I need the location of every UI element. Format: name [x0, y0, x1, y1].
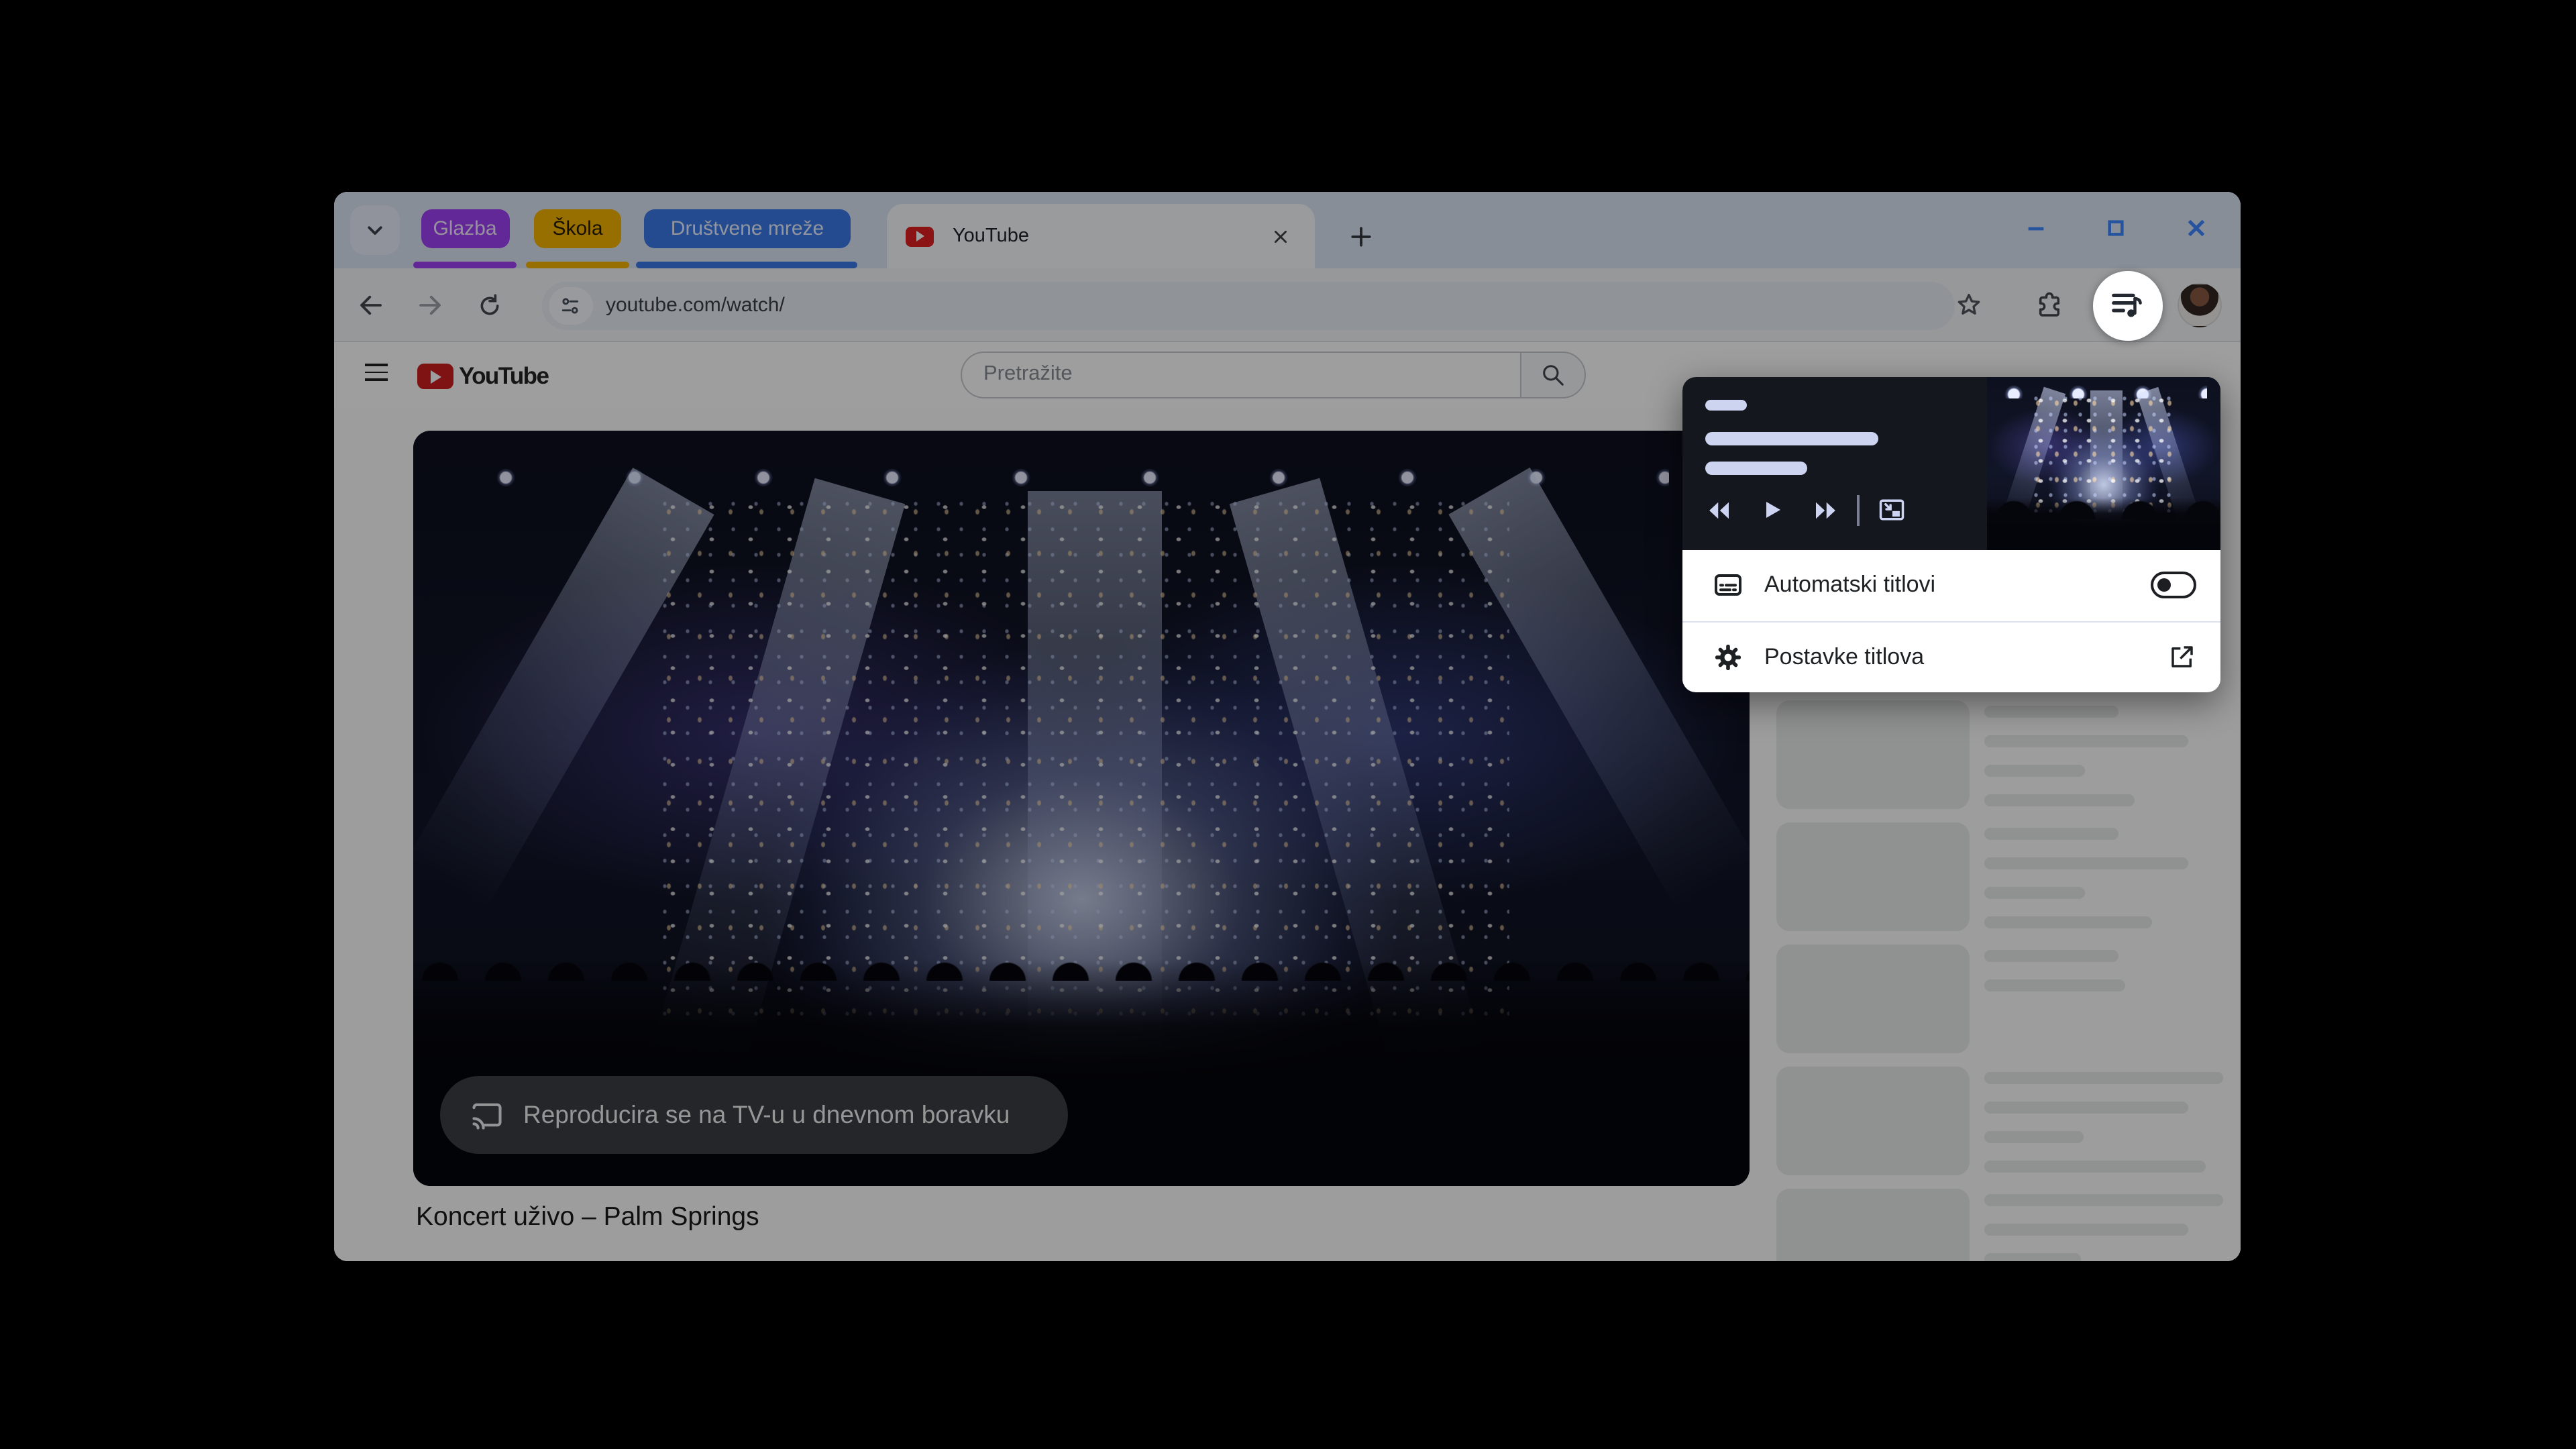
controls-divider: [1857, 494, 1860, 525]
media-artwork: [1987, 376, 2220, 550]
live-caption-icon: [1712, 570, 1744, 602]
screen: Glazba Škola Društvene mreže YouTube: [0, 0, 2576, 1449]
media-controls-icon: [2110, 288, 2146, 324]
dim-overlay: [334, 192, 2241, 1261]
next-track-button[interactable]: [1811, 496, 1839, 524]
gear-icon: [1712, 641, 1744, 673]
previous-track-button[interactable]: [1705, 496, 1733, 524]
picture-in-picture-button[interactable]: [1877, 495, 1907, 525]
caption-settings-row[interactable]: Postavke titlova: [1682, 621, 2220, 691]
auto-captions-label: Automatski titlovi: [1764, 572, 1935, 599]
play-icon: [1760, 498, 1784, 522]
caption-settings-label: Postavke titlova: [1764, 643, 1924, 670]
media-popup-header: [1682, 376, 2220, 550]
media-title-placeholder: [1705, 399, 1747, 410]
next-track-icon: [1811, 496, 1839, 524]
auto-captions-toggle[interactable]: [2151, 572, 2196, 599]
play-button[interactable]: [1760, 498, 1784, 522]
open-in-new-icon: [2168, 643, 2196, 671]
picture-in-picture-icon: [1877, 495, 1907, 525]
media-playback-controls: [1705, 494, 1907, 525]
media-controls-button[interactable]: [2093, 271, 2162, 340]
media-text-placeholder: [1705, 461, 1807, 474]
auto-captions-row[interactable]: Automatski titlovi: [1682, 550, 2220, 621]
media-controls-popup: Automatski titlovi Postavke titlova: [1682, 376, 2220, 692]
previous-track-icon: [1705, 496, 1733, 524]
media-text-placeholder: [1705, 431, 1878, 445]
